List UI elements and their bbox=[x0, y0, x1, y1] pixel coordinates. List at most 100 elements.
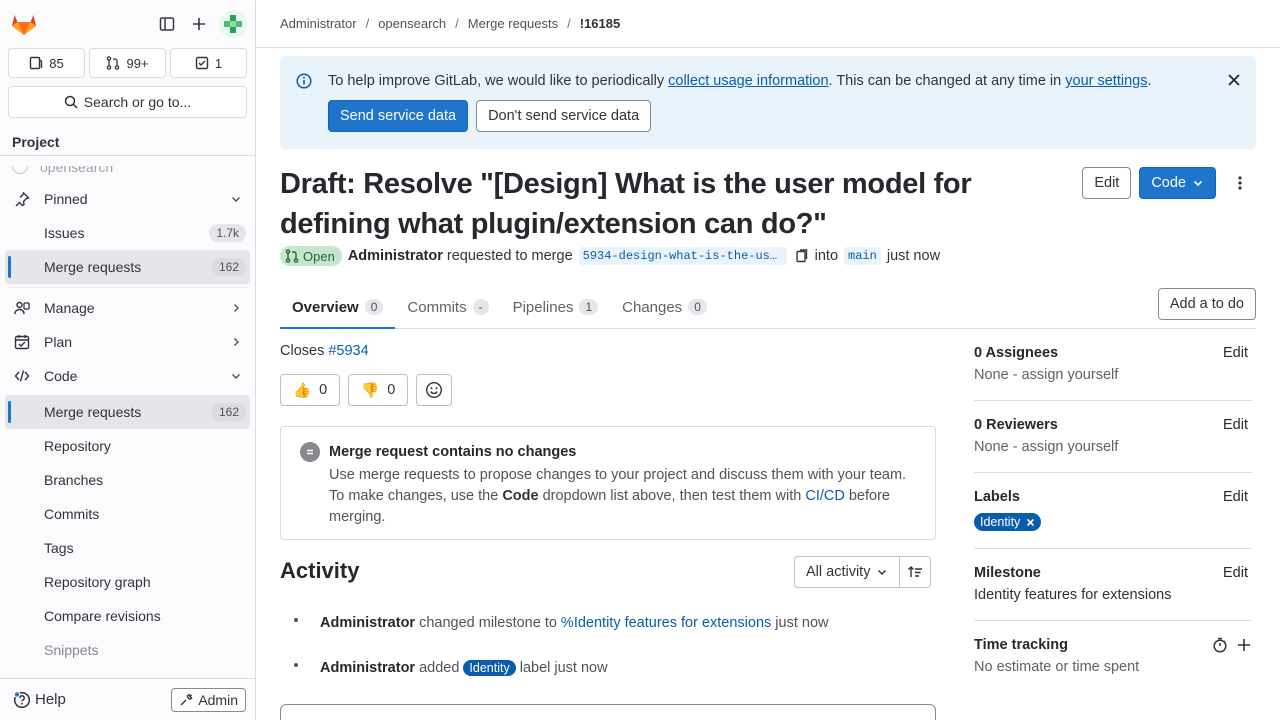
sidebar-item-branches[interactable]: Branches bbox=[5, 463, 250, 497]
tab-pipelines[interactable]: Pipelines 1 bbox=[501, 286, 611, 328]
timeline-time: just now bbox=[775, 614, 829, 631]
title-actions: Edit Code bbox=[1082, 167, 1256, 199]
sidebar-item-plan[interactable]: Plan bbox=[5, 325, 250, 359]
timeline-author[interactable]: Administrator bbox=[320, 660, 415, 676]
main-content: Administrator / opensearch / Merge reque… bbox=[256, 0, 1280, 720]
chevron-right-icon bbox=[228, 300, 244, 316]
sidebar-item-commits[interactable]: Commits bbox=[5, 497, 250, 531]
sidebar-item-pinned-merge-requests[interactable]: Merge requests 162 bbox=[5, 250, 250, 284]
dont-send-service-data-button[interactable]: Don't send service data bbox=[476, 100, 652, 132]
add-todo-button[interactable]: Add a to do bbox=[1157, 288, 1256, 320]
author-link[interactable]: Administrator bbox=[348, 248, 443, 264]
sidebar-item-compare-revisions[interactable]: Compare revisions bbox=[5, 599, 250, 633]
milestone-link[interactable]: %Identity features for extensions bbox=[561, 615, 771, 631]
left-sidebar: 85 99+ 1 Search or go to... Project open… bbox=[0, 0, 256, 720]
todos-counter[interactable]: 1 bbox=[170, 48, 247, 78]
milestone-edit-button[interactable]: Edit bbox=[1223, 565, 1248, 581]
assignees-value[interactable]: None - assign yourself bbox=[974, 367, 1252, 383]
sidebar-item-code-merge-requests[interactable]: Merge requests 162 bbox=[5, 395, 250, 429]
admin-button[interactable]: Admin bbox=[171, 687, 246, 712]
collect-usage-link[interactable]: collect usage information bbox=[668, 73, 828, 89]
help-button[interactable]: Help bbox=[13, 690, 66, 709]
merge-requests-counter[interactable]: 99+ bbox=[89, 48, 166, 78]
more-actions-icon[interactable] bbox=[1224, 167, 1256, 199]
breadcrumb-item[interactable]: opensearch bbox=[378, 16, 446, 31]
sidebar-item-label: Pinned bbox=[44, 191, 88, 207]
information-icon bbox=[296, 73, 312, 92]
user-avatar[interactable] bbox=[219, 10, 247, 38]
close-icon[interactable] bbox=[1226, 72, 1242, 91]
tab-overview[interactable]: Overview 0 bbox=[280, 286, 396, 329]
thumbs-up-button[interactable]: 👍 0 bbox=[280, 374, 341, 406]
your-settings-link[interactable]: your settings bbox=[1065, 73, 1147, 89]
timeline-suffix: label bbox=[519, 659, 551, 676]
sidebar-item-pinned[interactable]: Pinned bbox=[5, 182, 250, 216]
comment-editor[interactable] bbox=[280, 704, 936, 720]
code-dropdown-label: Code bbox=[1151, 175, 1186, 191]
time-tracking-block: Time tracking No estimate or time spent bbox=[974, 621, 1252, 692]
sidebar-item-label: Repository bbox=[44, 438, 111, 454]
sidebar-item-code[interactable]: Code bbox=[5, 359, 250, 393]
remove-label-icon[interactable] bbox=[1026, 518, 1035, 527]
breadcrumb-separator: / bbox=[455, 16, 459, 31]
edit-button[interactable]: Edit bbox=[1082, 167, 1132, 199]
ci-cd-link[interactable]: CI/CD bbox=[805, 488, 844, 504]
sidebar-section-title: Project bbox=[0, 128, 255, 156]
breadcrumb-item[interactable]: Merge requests bbox=[468, 16, 558, 31]
source-branch[interactable]: 5934-design-what-is-the-user-model-for-d… bbox=[578, 247, 787, 265]
assignees-edit-button[interactable]: Edit bbox=[1223, 345, 1248, 361]
sidebar-item-repository[interactable]: Repository bbox=[5, 429, 250, 463]
code-dropdown-button[interactable]: Code bbox=[1139, 167, 1216, 199]
label-badge[interactable]: Identity bbox=[463, 659, 516, 676]
thumbs-down-button[interactable]: 👎 0 bbox=[348, 374, 409, 406]
sidebar-item-snippets[interactable]: Snippets bbox=[5, 633, 250, 667]
stopwatch-icon[interactable] bbox=[1212, 637, 1228, 653]
copy-branch-icon[interactable] bbox=[795, 249, 809, 263]
sidebar-item-pinned-issues[interactable]: Issues 1.7k bbox=[5, 216, 250, 250]
reviewers-edit-button[interactable]: Edit bbox=[1223, 417, 1248, 433]
plus-icon[interactable] bbox=[183, 8, 215, 40]
issues-icon bbox=[30, 56, 43, 70]
breadcrumb-separator: / bbox=[365, 16, 370, 31]
sidebar-header bbox=[0, 0, 255, 48]
reviewers-value[interactable]: None - assign yourself bbox=[974, 439, 1252, 455]
tab-commits[interactable]: Commits - bbox=[395, 286, 500, 328]
alert-message: To help improve GitLab, we would like to… bbox=[328, 73, 1152, 89]
label-token[interactable]: Identity bbox=[974, 513, 1042, 531]
alert-text: . bbox=[1147, 73, 1152, 89]
closes-issue-link[interactable]: #5934 bbox=[328, 343, 368, 359]
sidebar-item-repository-graph[interactable]: Repository graph bbox=[5, 565, 250, 599]
admin-label: Admin bbox=[198, 691, 238, 708]
tab-changes[interactable]: Changes 0 bbox=[610, 286, 719, 328]
mr-meta: Open Administrator requested to merge 59… bbox=[280, 246, 940, 266]
milestone-value[interactable]: Identity features for extensions bbox=[974, 587, 1252, 603]
chevron-down-icon bbox=[1193, 180, 1203, 187]
toggle-sidebar-icon[interactable] bbox=[151, 8, 183, 40]
thumbs-up-count: 0 bbox=[319, 382, 328, 398]
sidebar-item-tags[interactable]: Tags bbox=[5, 531, 250, 565]
no-changes-widget: Merge request contains no changes Use me… bbox=[280, 426, 936, 540]
code-icon bbox=[14, 368, 30, 384]
target-branch[interactable]: main bbox=[844, 247, 881, 265]
assignees-title: 0 Assignees bbox=[974, 345, 1059, 361]
sidebar-item-manage[interactable]: Manage bbox=[5, 291, 250, 325]
search-button[interactable]: Search or go to... bbox=[8, 86, 247, 118]
plus-icon[interactable] bbox=[1236, 637, 1252, 653]
breadcrumb-item[interactable]: Administrator bbox=[280, 16, 357, 31]
help-label: Help bbox=[35, 691, 66, 708]
add-reaction-button[interactable] bbox=[416, 374, 453, 406]
sidebar-item-label: Branches bbox=[44, 472, 104, 488]
send-service-data-button[interactable]: Send service data bbox=[328, 100, 469, 132]
sidebar-nav[interactable]: opensearch Pinned Issues 1.7k Merge requ… bbox=[0, 166, 255, 678]
no-changes-body: Use merge requests to propose changes to… bbox=[329, 465, 919, 528]
sidebar-item-label: Repository graph bbox=[44, 574, 151, 590]
breadcrumb-current[interactable]: !16185 bbox=[580, 16, 620, 31]
sidebar-project-name[interactable]: opensearch bbox=[0, 166, 255, 176]
gitlab-logo-icon[interactable] bbox=[10, 10, 38, 38]
timeline-author[interactable]: Administrator bbox=[320, 615, 415, 631]
activity-filter-dropdown[interactable]: All activity bbox=[794, 556, 901, 588]
sidebar-item-label: Snippets bbox=[44, 642, 99, 658]
issues-counter[interactable]: 85 bbox=[8, 48, 85, 78]
labels-edit-button[interactable]: Edit bbox=[1223, 489, 1248, 505]
sort-direction-button[interactable] bbox=[899, 556, 932, 588]
